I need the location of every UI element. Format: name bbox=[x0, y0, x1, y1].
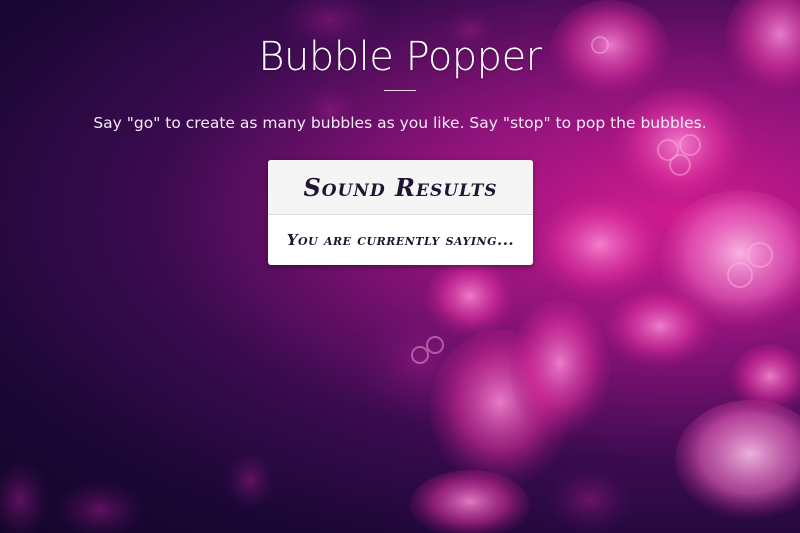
title-divider bbox=[384, 90, 416, 91]
sound-results-card: Sound Results You are currently saying..… bbox=[268, 160, 533, 265]
sound-results-header: Sound Results bbox=[268, 160, 533, 215]
current-speech-status: You are currently saying... bbox=[286, 231, 515, 249]
main-content: Bubble Popper Say "go" to create as many… bbox=[0, 0, 800, 533]
page-title: Bubble Popper bbox=[258, 34, 542, 80]
instructions-text: Say "go" to create as many bubbles as yo… bbox=[93, 114, 707, 132]
